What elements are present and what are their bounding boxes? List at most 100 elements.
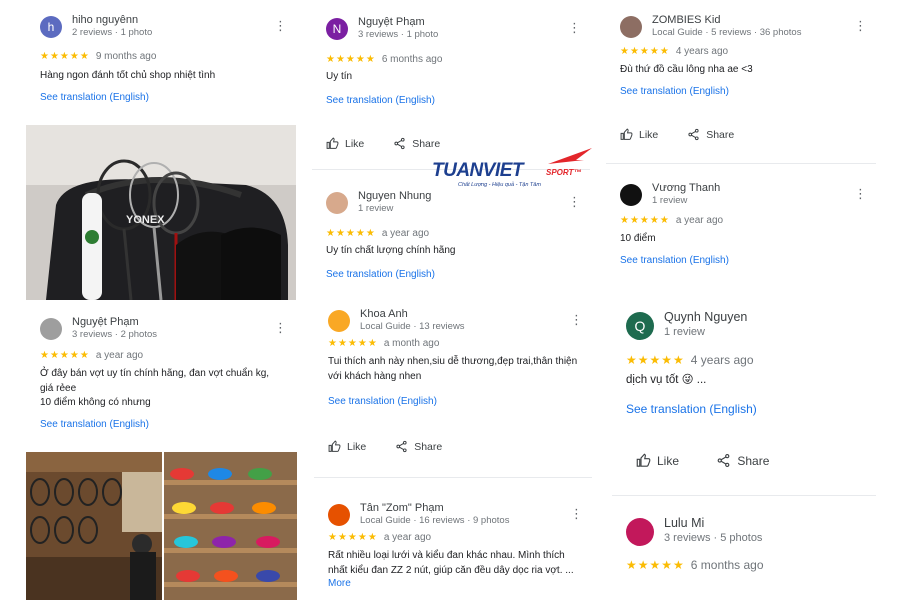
reviewer-meta: Local Guide · 13 reviews	[360, 321, 465, 332]
more-options-icon[interactable]: ⋮	[854, 18, 867, 34]
review-text: Hàng ngon đánh tốt chủ shop nhiệt tình	[40, 70, 216, 81]
review-card-nguyen-nhung: Nguyen Nhung 1 review ⋮ ★★★★★ a year ago …	[312, 180, 590, 292]
reviewer-name[interactable]: Khoa Anh	[360, 308, 408, 320]
avatar[interactable]: Q	[626, 312, 654, 340]
more-options-icon[interactable]: ⋮	[570, 506, 583, 522]
review-header: Nguyen Nhung 1 review ⋮	[326, 190, 581, 220]
brand-logo: TUANVIET SPORT™ Chất Lượng - Hiệu quả - …	[428, 146, 596, 194]
review-text: dịch vụ tốt 😜 ...	[626, 374, 707, 386]
see-translation-link[interactable]: See translation (English)	[326, 269, 435, 280]
avatar[interactable]: N	[326, 18, 348, 40]
see-translation-link[interactable]: See translation (English)	[620, 86, 729, 97]
like-label: Like	[639, 128, 659, 141]
review-date: a year ago	[675, 215, 724, 226]
see-translation-link[interactable]: See translation (English)	[620, 255, 729, 266]
review-card-zombies-kid: ZOMBIES Kid Local Guide · 5 reviews · 36…	[606, 4, 876, 164]
see-translation-link[interactable]: See translation (English)	[40, 92, 149, 103]
review-header: Nguyệt Phạm 3 reviews · 2 photos ⋮	[40, 316, 287, 346]
share-label: Share	[737, 453, 770, 468]
avatar[interactable]	[328, 310, 350, 332]
avatar[interactable]	[326, 192, 348, 214]
review-text: Đù thứ đồ cầu lông nha ae <3	[620, 64, 753, 75]
review-text: Uy tín chất lượng chính hãng	[326, 245, 456, 256]
reviewer-name[interactable]: Quynh Nguyen	[664, 310, 747, 324]
review-photo-rackets[interactable]: YONEX	[26, 125, 296, 300]
reviewer-meta: 3 reviews · 2 photos	[72, 329, 158, 340]
see-translation-link[interactable]: See translation (English)	[328, 396, 437, 407]
logo-swoosh-icon	[548, 148, 592, 164]
star-rating: ★★★★★	[620, 46, 670, 57]
more-options-icon[interactable]: ⋮	[854, 186, 867, 202]
avatar[interactable]	[620, 184, 642, 206]
review-header: Q Quynh Nguyen 1 review	[626, 310, 866, 340]
share-icon	[394, 137, 405, 150]
avatar[interactable]	[620, 16, 642, 38]
reviewer-name[interactable]: hiho nguyênn	[72, 14, 138, 26]
like-button[interactable]: Like	[328, 440, 366, 453]
reviewer-name[interactable]: Tân "Zom" Phạm	[360, 502, 444, 514]
review-actions: Like Share	[620, 128, 760, 144]
reviewer-name[interactable]: Vương Thanh	[652, 182, 720, 194]
star-rating: ★★★★★	[40, 350, 90, 361]
like-button[interactable]: Like	[636, 453, 679, 468]
more-options-icon[interactable]: ⋮	[570, 312, 583, 328]
review-card-lulu-mi: Lulu Mi 3 reviews · 5 photos ★★★★★ 6 mont…	[612, 506, 876, 600]
star-rating: ★★★★★	[40, 51, 90, 62]
review-card-quynh-nguyen: Q Quynh Nguyen 1 review ★★★★★ 4 years ago…	[612, 300, 876, 496]
see-translation-link[interactable]: See translation (English)	[326, 95, 435, 106]
reviewer-name[interactable]: Nguyệt Phạm	[72, 316, 139, 328]
review-card-hiho: h hiho nguyênn 2 reviews · 1 photo ⋮ ★★★…	[26, 4, 296, 122]
thumbs-up-icon	[328, 440, 341, 452]
review-text-2: 10 điểm không có nhưng	[40, 397, 151, 408]
share-button[interactable]: Share	[687, 128, 734, 141]
review-photo-store-rackets[interactable]	[26, 452, 162, 600]
reviewer-meta: Local Guide · 5 reviews · 36 photos	[652, 27, 802, 38]
see-translation-link[interactable]: See translation (English)	[626, 402, 757, 416]
avatar[interactable]	[328, 504, 350, 526]
review-date: 6 months ago	[381, 54, 443, 65]
avatar[interactable]	[626, 518, 654, 546]
rating: ★★★★★ 4 years ago	[626, 353, 754, 367]
review-text: Ở đây bán vợt uy tín chính hãng, đan vợt…	[40, 368, 270, 394]
more-options-icon[interactable]: ⋮	[274, 320, 287, 336]
review-header: h hiho nguyênn 2 reviews · 1 photo ⋮	[40, 14, 287, 44]
review-date: a year ago	[95, 350, 144, 361]
review-card-khoa-anh: Khoa Anh Local Guide · 13 reviews ⋮ ★★★★…	[314, 298, 592, 478]
reviewer-name[interactable]: Lulu Mi	[664, 516, 704, 530]
like-button[interactable]: Like	[620, 128, 658, 141]
like-label: Like	[657, 453, 680, 468]
star-rating: ★★★★★	[326, 228, 376, 239]
thumbs-up-icon	[326, 137, 339, 149]
rating: ★★★★★ a year ago	[40, 350, 143, 361]
share-label: Share	[414, 440, 443, 453]
avatar[interactable]	[40, 318, 62, 340]
reviewer-meta: 3 reviews · 1 photo	[358, 29, 439, 40]
like-label: Like	[345, 137, 365, 150]
rating: ★★★★★ 6 months ago	[326, 54, 442, 65]
more-options-icon[interactable]: ⋮	[568, 20, 581, 36]
svg-text:YONEX: YONEX	[126, 214, 165, 226]
share-button[interactable]: Share	[716, 453, 769, 468]
share-icon	[688, 128, 699, 141]
rating: ★★★★★ 6 months ago	[626, 558, 764, 572]
share-button[interactable]: Share	[395, 440, 442, 453]
rating: ★★★★★ a year ago	[620, 215, 723, 226]
see-translation-link[interactable]: See translation (English)	[40, 419, 149, 430]
review-actions: Like Share	[328, 440, 468, 456]
avatar[interactable]: h	[40, 16, 62, 38]
like-button[interactable]: Like	[326, 137, 364, 150]
reviewer-meta: Local Guide · 16 reviews · 9 photos	[360, 515, 510, 526]
more-options-icon[interactable]: ⋮	[274, 18, 287, 34]
reviewer-name[interactable]: Nguyệt Phạm	[358, 16, 425, 28]
review-photo-store-shoes[interactable]	[164, 452, 297, 600]
reviewer-meta: 1 review	[664, 326, 705, 338]
more-link[interactable]: More	[328, 578, 351, 589]
more-options-icon[interactable]: ⋮	[568, 194, 581, 210]
review-header: ZOMBIES Kid Local Guide · 5 reviews · 36…	[620, 14, 867, 44]
reviewer-name[interactable]: Nguyen Nhung	[358, 190, 431, 202]
review-text: Uy tín	[326, 71, 353, 82]
star-rating: ★★★★★	[620, 215, 670, 226]
rating: ★★★★★ a year ago	[328, 532, 431, 543]
reviewer-meta: 1 review	[358, 203, 394, 214]
reviewer-name[interactable]: ZOMBIES Kid	[652, 14, 720, 26]
